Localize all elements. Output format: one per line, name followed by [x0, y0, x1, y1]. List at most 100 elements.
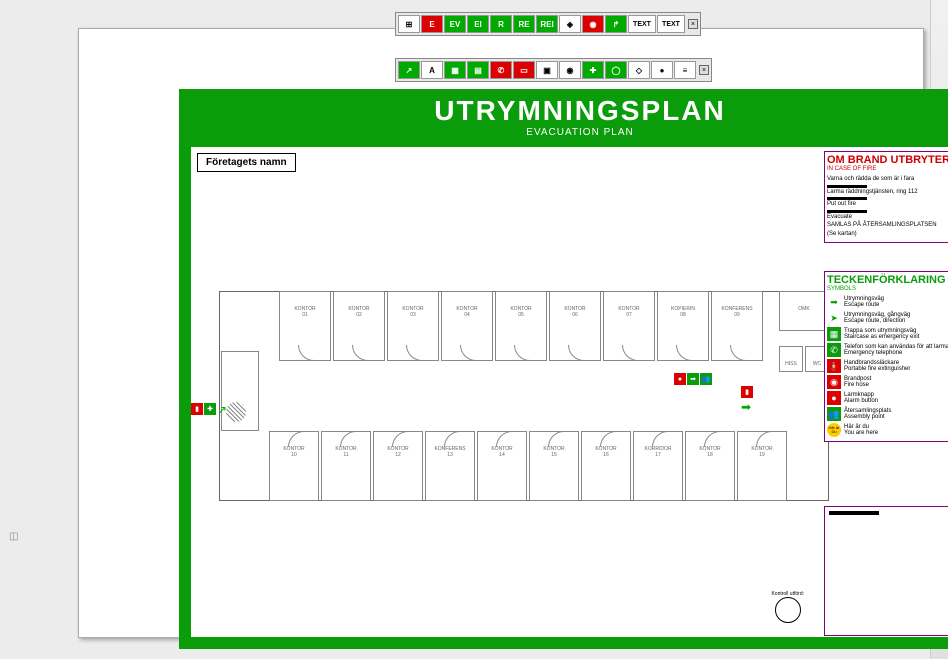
- toolbar-button[interactable]: ◈: [559, 15, 581, 33]
- room-label: KONTOR10: [283, 446, 304, 458]
- toolbar-button[interactable]: ▭: [513, 61, 535, 79]
- first-aid-icon: ✚: [204, 403, 216, 415]
- toolbar-button[interactable]: ◯: [605, 61, 627, 79]
- room: KONTOR03: [387, 291, 439, 361]
- toolbar-close-icon[interactable]: ×: [688, 19, 698, 29]
- toolbar-button[interactable]: ▦: [444, 61, 466, 79]
- room: KONTOR16: [581, 431, 631, 501]
- toolbar-button[interactable]: A: [421, 61, 443, 79]
- plan-title: UTRYMNINGSPLAN: [179, 95, 948, 127]
- room: KOPIERIN08: [657, 291, 709, 361]
- legend-title: TECKENFÖRKLARING: [827, 274, 948, 286]
- room: HISS: [779, 346, 803, 372]
- plan-subtitle: EVACUATION PLAN: [179, 127, 948, 138]
- legend-icon: ▦: [827, 327, 841, 341]
- toolbar-button[interactable]: ↱: [605, 15, 627, 33]
- info-title: OM BRAND UTBRYTER: [827, 154, 948, 166]
- info-line: SAMLAS PÅ ÅTERSAMLINGSPLATSEN: [827, 222, 948, 229]
- info-line: [827, 197, 867, 200]
- canvas-page[interactable]: UTRYMNINGSPLAN EVACUATION PLAN Företaget…: [78, 28, 924, 638]
- room-label: OMK: [798, 306, 809, 312]
- room-label: KONTOR01: [294, 306, 315, 318]
- info-line: Varna och rädda de som är i fara: [827, 176, 948, 183]
- fire-extinguisher-icon: ▮: [741, 386, 753, 398]
- info-line: Put out fire: [827, 201, 948, 208]
- legend-text: LarmknappAlarm button: [844, 392, 878, 405]
- room-label: KONTOR05: [510, 306, 531, 318]
- room: KONTOR02: [333, 291, 385, 361]
- room-label: KONTOR03: [402, 306, 423, 318]
- legend-text: ÅtersamlingsplatsAssembly point: [844, 408, 891, 421]
- legend-row: ➤Utrymningsväg, gångvägEscape route, dir…: [827, 311, 948, 325]
- toolbar-button[interactable]: ↗: [398, 61, 420, 79]
- legend-text: Trappa som utrymningsvägStaircase as eme…: [844, 328, 919, 341]
- toolbar-button[interactable]: ≡: [674, 61, 696, 79]
- legend-icon: Här är Du: [827, 423, 841, 437]
- signature-box: [824, 506, 948, 636]
- fire-extinguisher-icon: ▮: [191, 403, 203, 415]
- toolbar-close-icon[interactable]: ×: [699, 65, 709, 75]
- toolbar-button[interactable]: ▣: [536, 61, 558, 79]
- toolbar-symbols[interactable]: ↗A▦▤✆▭▣◉✚◯◇●≡ ×: [395, 58, 712, 82]
- stairwell: [221, 351, 259, 431]
- toolbar-button[interactable]: ✆: [490, 61, 512, 79]
- room-label: KOPIERIN08: [671, 306, 695, 318]
- room-label: HISS: [785, 361, 797, 367]
- room: KONFERENS13: [425, 431, 475, 501]
- legend-icon: ➤: [827, 311, 841, 325]
- legend-icon: ➡: [827, 295, 841, 309]
- toolbar-button[interactable]: E: [421, 15, 443, 33]
- assembly-icon: 👥: [700, 373, 712, 385]
- legend-icon: 🧯: [827, 359, 841, 373]
- legend-text: BrandpostFire hose: [844, 376, 871, 389]
- room: KONTOR12: [373, 431, 423, 501]
- stamp-circle-icon: [775, 597, 801, 623]
- legend-row: ➡UtrymningsvägEscape route: [827, 295, 948, 309]
- room: KONTOR15: [529, 431, 579, 501]
- room-label: KORRIDOR17: [645, 446, 672, 458]
- control-stamp: Kontroll utförd:: [771, 591, 804, 623]
- info-subtitle: IN CASE OF FIRE: [827, 166, 948, 172]
- exit-cluster-right: ▮ ➡: [741, 386, 753, 398]
- control-label: Kontroll utförd:: [771, 591, 804, 597]
- legend-text: UtrymningsvägEscape route: [844, 296, 884, 309]
- room-label: KONTOR06: [564, 306, 585, 318]
- info-line: (Se kartan): [827, 231, 948, 238]
- legend-icon: ●: [827, 391, 841, 405]
- toolbar-button[interactable]: EI: [467, 15, 489, 33]
- room-label: KONTOR07: [618, 306, 639, 318]
- room: KONTOR11: [321, 431, 371, 501]
- toolbar-button[interactable]: R: [490, 15, 512, 33]
- room-label: KONTOR12: [387, 446, 408, 458]
- exit-cluster-left: ▮ ✚ ↗: [191, 403, 227, 417]
- toolbar-button[interactable]: ●: [651, 61, 673, 79]
- legend-row: 🧯HandbrandssläckarePortable fire extingu…: [827, 359, 948, 373]
- exit-sign-icon: ➡: [687, 373, 699, 385]
- toolbar-button[interactable]: ◇: [628, 61, 650, 79]
- toolbar-button[interactable]: ▤: [467, 61, 489, 79]
- toolbar-button[interactable]: TEXT: [657, 15, 685, 33]
- legend-row: ◉BrandpostFire hose: [827, 375, 948, 389]
- toolbar-button[interactable]: REI: [536, 15, 558, 33]
- toolbar-fire-classes[interactable]: ⊞EEVEIRREREI◈◉↱TEXTTEXT ×: [395, 12, 701, 36]
- toolbar-button[interactable]: EV: [444, 15, 466, 33]
- room: KONTOR04: [441, 291, 493, 361]
- room-label: WC: [813, 361, 821, 367]
- toolbar-button[interactable]: ✚: [582, 61, 604, 79]
- toolbar-button[interactable]: RE: [513, 15, 535, 33]
- toolbar-button[interactable]: TEXT: [628, 15, 656, 33]
- exit-arrow-icon: ➡: [741, 400, 751, 414]
- toolbar-button[interactable]: ◉: [582, 15, 604, 33]
- room: KONTOR18: [685, 431, 735, 501]
- floor-plan[interactable]: KONTOR01 KONTOR02 KONTOR03 KONTOR04 KONTOR05…: [219, 291, 829, 501]
- plan-header: UTRYMNINGSPLAN EVACUATION PLAN: [179, 89, 948, 147]
- ruler-origin-icon: [9, 531, 18, 542]
- room: KONFERENS09: [711, 291, 763, 361]
- info-line: [827, 210, 867, 213]
- toolbar-button[interactable]: ◉: [559, 61, 581, 79]
- room-label: KONTOR15: [543, 446, 564, 458]
- toolbar-button[interactable]: ⊞: [398, 15, 420, 33]
- legend-icon: ✆: [827, 343, 841, 357]
- company-name-label[interactable]: Företagets namn: [197, 153, 296, 172]
- room: KONTOR14: [477, 431, 527, 501]
